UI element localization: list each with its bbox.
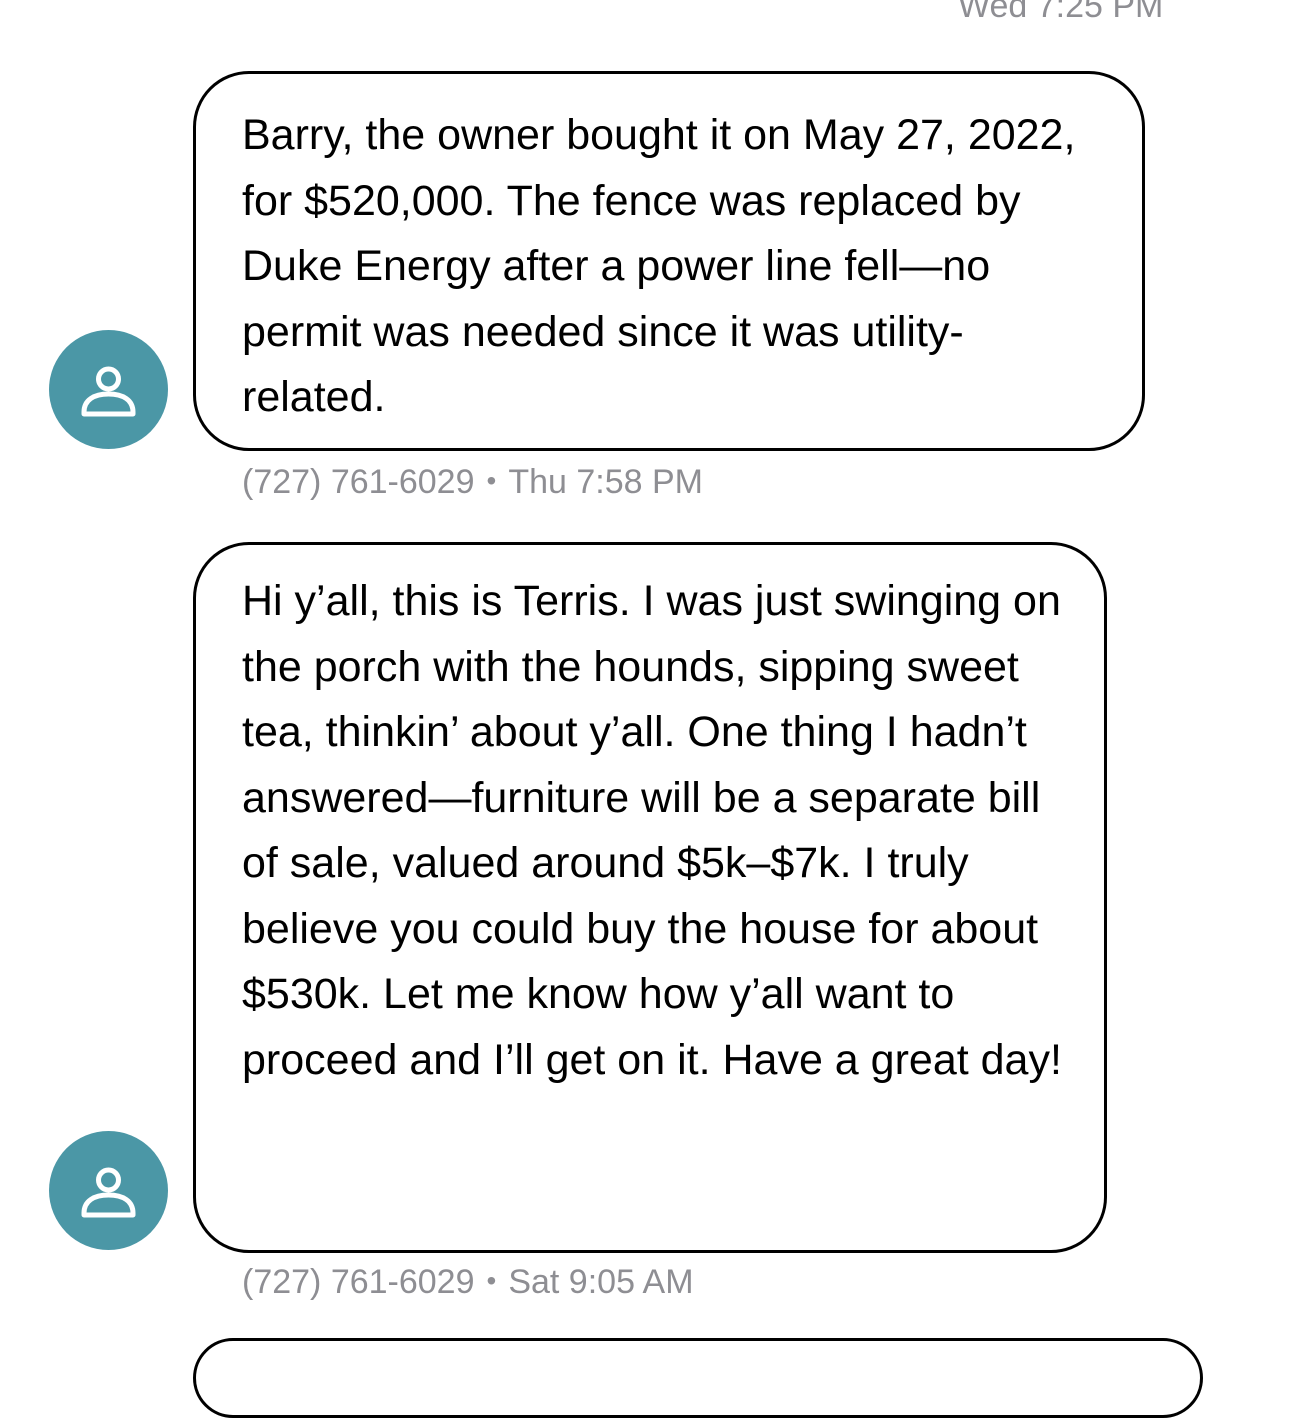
message-bubble-partial[interactable] bbox=[193, 1338, 1203, 1418]
contact-avatar[interactable] bbox=[49, 330, 168, 449]
contact-avatar[interactable] bbox=[49, 1131, 168, 1250]
thread-timestamp: Wed 7:25 PM bbox=[958, 0, 1164, 25]
message-meta: (727) 761-6029 • Sat 9:05 AM bbox=[242, 1259, 694, 1304]
meta-separator: • bbox=[486, 1265, 497, 1296]
message-text: Barry, the owner bought it on May 27, 20… bbox=[242, 111, 1076, 421]
meta-separator: • bbox=[486, 465, 497, 496]
person-outline-icon bbox=[81, 366, 136, 417]
message-time: Sat 9:05 AM bbox=[508, 1263, 694, 1301]
message-text: Hi y’all, this is Terris. I was just swi… bbox=[242, 577, 1062, 1084]
person-outline-icon bbox=[81, 1167, 136, 1218]
message-bubble[interactable]: Hi y’all, this is Terris. I was just swi… bbox=[193, 542, 1107, 1253]
sender-phone: (727) 761-6029 bbox=[242, 463, 475, 501]
message-time: Thu 7:58 PM bbox=[508, 463, 703, 501]
message-bubble[interactable]: Barry, the owner bought it on May 27, 20… bbox=[193, 71, 1145, 451]
message-meta: (727) 761-6029 • Thu 7:58 PM bbox=[242, 459, 703, 504]
sender-phone: (727) 761-6029 bbox=[242, 1263, 475, 1301]
